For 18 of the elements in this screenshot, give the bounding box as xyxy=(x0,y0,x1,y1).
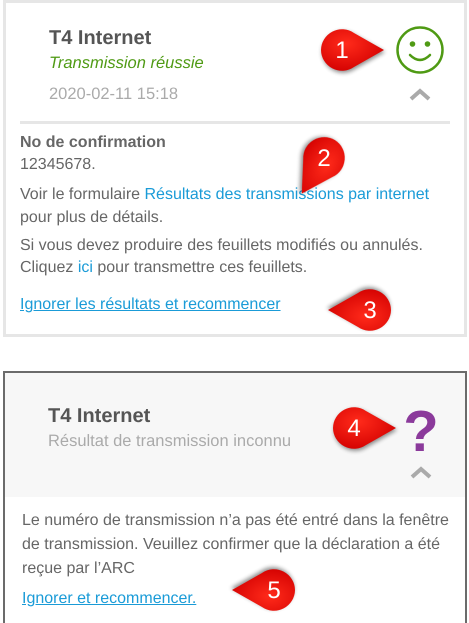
confirmation-label: No de confirmation xyxy=(20,132,167,152)
collapse-chevron-icon[interactable] xyxy=(410,465,432,480)
timestamp: 2020-02-11 15:18 xyxy=(49,84,180,105)
status-text: Transmission réussie xyxy=(49,53,204,74)
status-text: Résultat de transmission inconnu xyxy=(48,431,292,452)
paragraph: Si vous devez produire des feuillets modifiés ou annulés. Cliquez ici pour transmettre ces feuillets. xyxy=(20,236,424,278)
card-title: T4 Internet xyxy=(49,26,152,51)
action-link[interactable]: Ignorer et recommencer. xyxy=(22,587,196,612)
smiley-icon xyxy=(395,25,445,75)
paragraph: Voir le formulaire Résultats des transmissions par internet pour plus de détails. xyxy=(20,185,430,228)
card-title: T4 Internet xyxy=(48,404,152,430)
confirmation-number: 12345678. xyxy=(20,154,96,175)
action-link[interactable]: Ignorer les résultats et recommencer xyxy=(20,294,281,316)
text-link[interactable]: Résultats des transmissions par internet xyxy=(144,186,430,204)
collapse-chevron-icon[interactable] xyxy=(409,87,431,101)
question-icon: ? xyxy=(403,403,439,462)
text-link[interactable]: ici xyxy=(78,259,93,276)
paragraph: Le numéro de transmission n’a pas été entré dans la fenêtre de transmission. Veuillez confirmer que la déclaration a été reçue par l’ARC xyxy=(22,511,450,580)
